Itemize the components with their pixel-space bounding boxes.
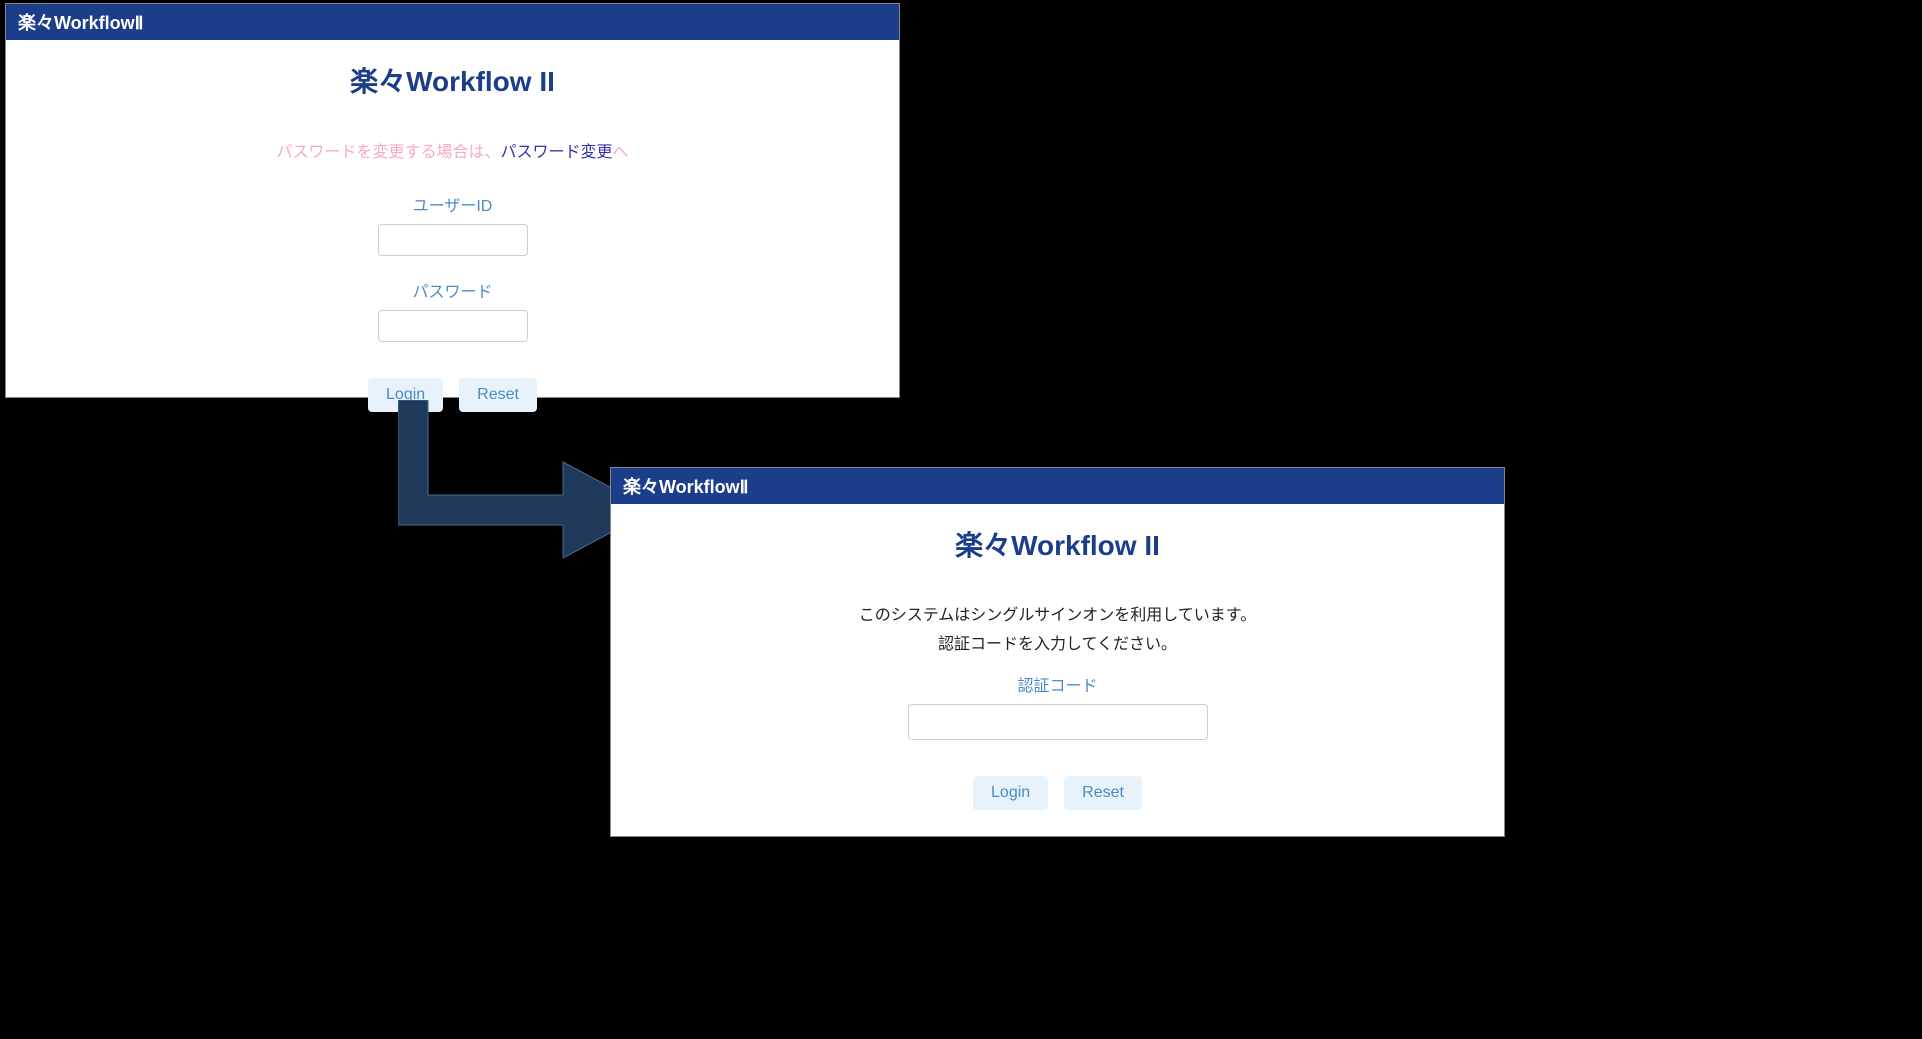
login-content: 楽々Workflow II パスワードを変更する場合は、パスワード変更へ ユーザ… (6, 40, 899, 412)
login-window: 楽々WorkflowⅡ 楽々Workflow II パスワードを変更する場合は、… (5, 3, 900, 398)
sso-line-1: このシステムはシングルサインオンを利用しています。 (611, 602, 1504, 631)
user-id-input[interactable] (378, 224, 528, 256)
password-label: パスワード (6, 278, 899, 302)
logo-text: 楽々WorkflowⅡ (623, 473, 749, 499)
auth-content: 楽々Workflow II このシステムはシングルサインオンを利用しています。 … (611, 504, 1504, 810)
auth-code-label: 認証コード (611, 672, 1504, 696)
login-button[interactable]: Login (973, 776, 1048, 810)
password-input[interactable] (378, 310, 528, 342)
sso-message: このシステムはシングルサインオンを利用しています。 認証コードを入力してください… (611, 602, 1504, 660)
hint-suffix: へ (613, 144, 629, 161)
page-title: 楽々Workflow II (6, 60, 899, 100)
button-row: Login Reset (611, 776, 1504, 810)
logo-text: 楽々WorkflowⅡ (18, 9, 144, 35)
auth-code-window: 楽々WorkflowⅡ 楽々Workflow II このシステムはシングルサイン… (610, 467, 1505, 837)
reset-button[interactable]: Reset (1064, 776, 1142, 810)
app-logo: 楽々WorkflowⅡ (18, 9, 144, 35)
header-bar: 楽々WorkflowⅡ (6, 4, 899, 40)
hint-prefix: パスワードを変更する場合は、 (276, 144, 500, 161)
sso-line-2: 認証コードを入力してください。 (611, 631, 1504, 660)
header-bar: 楽々WorkflowⅡ (611, 468, 1504, 504)
app-logo: 楽々WorkflowⅡ (623, 473, 749, 499)
user-id-label: ユーザーID (6, 192, 899, 216)
password-change-link[interactable]: パスワード変更 (500, 144, 612, 161)
password-change-hint: パスワードを変更する場合は、パスワード変更へ (6, 138, 899, 162)
page-title: 楽々Workflow II (611, 524, 1504, 564)
auth-code-input[interactable] (908, 704, 1208, 740)
